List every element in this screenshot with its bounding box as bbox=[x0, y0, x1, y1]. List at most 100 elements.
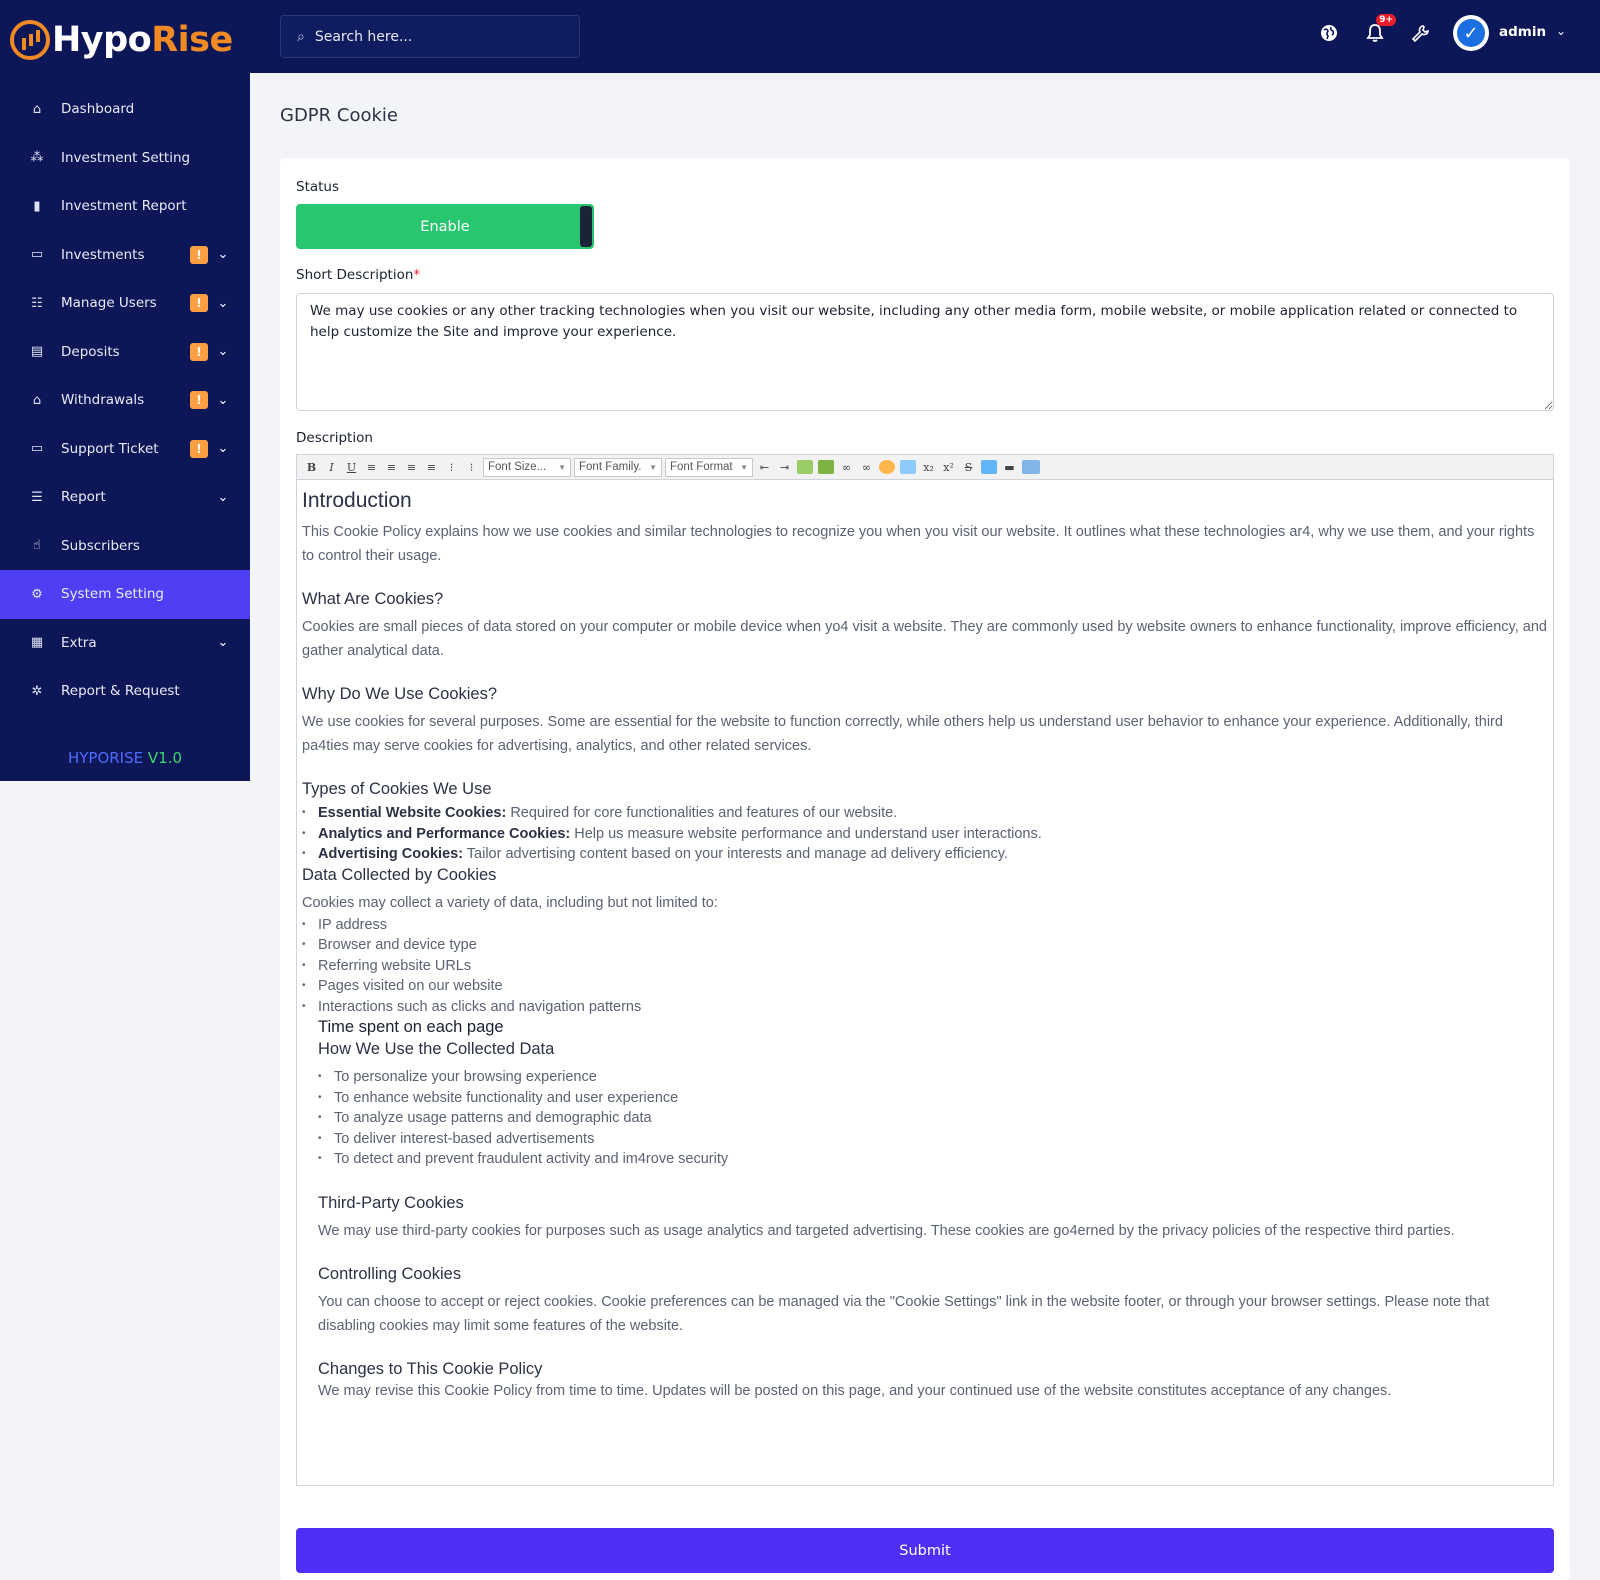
globe-icon[interactable] bbox=[1316, 20, 1342, 46]
short-description-textarea[interactable]: We may use cookies or any other tracking… bbox=[296, 293, 1554, 411]
description-label: Description bbox=[296, 430, 373, 446]
notification-badge: 9+ bbox=[1376, 14, 1396, 26]
logo-text: HypoRise bbox=[52, 20, 233, 60]
bell-icon[interactable]: 9+ bbox=[1362, 14, 1396, 46]
what-text: Cookies are small pieces of data stored … bbox=[302, 619, 1547, 659]
indent-icon[interactable]: ⇥ bbox=[775, 458, 794, 477]
font-family-select[interactable]: Font Family. ▼ bbox=[574, 457, 662, 477]
strikethrough-icon[interactable]: S bbox=[959, 458, 978, 477]
search-icon: ⌕ bbox=[297, 28, 305, 45]
chevron-down-icon[interactable]: ⌄ bbox=[216, 344, 230, 359]
sidebar-item-investments[interactable]: ▭ Investments! ⌄ bbox=[0, 231, 250, 280]
use-heading: How We Use the Collected Data bbox=[318, 1040, 555, 1058]
changes-heading: Changes to This Cookie Policy bbox=[318, 1359, 543, 1378]
sidebar-item-label: Extra bbox=[61, 634, 97, 651]
chevron-down-icon[interactable]: ⌄ bbox=[216, 441, 230, 456]
sidebar-item-report-request[interactable]: ✲ Report & Request bbox=[0, 667, 250, 716]
sidebar-item-extra[interactable]: ▦ Extra ⌄ bbox=[0, 619, 250, 668]
alert-badge: ! bbox=[190, 439, 208, 458]
italic-icon[interactable]: I bbox=[322, 458, 341, 477]
rich-text-editor[interactable]: B I U ≡ ≡ ≡ ≡ ⁝ ⁝ Font Size... ▼ Font Fam… bbox=[296, 454, 1554, 1486]
underline-icon[interactable]: U bbox=[342, 458, 361, 477]
wallet-icon: ▭ bbox=[30, 247, 44, 263]
gear-icon: ⚙ bbox=[31, 586, 43, 602]
logo-text-rise: Rise bbox=[151, 20, 233, 60]
page-title: GDPR Cookie bbox=[280, 105, 398, 126]
chevron-down-icon[interactable]: ⌄ bbox=[216, 296, 230, 311]
outdent-icon[interactable]: ⇤ bbox=[755, 458, 774, 477]
third-heading: Third-Party Cookies bbox=[318, 1193, 464, 1212]
chevron-down-icon[interactable]: ⌄ bbox=[216, 490, 230, 505]
sidebar-item-deposits[interactable]: ▤ Deposits! ⌄ bbox=[0, 328, 250, 377]
dropdown-arrow-icon: ▼ bbox=[740, 462, 748, 472]
use-items-list: To personalize your browsing experienceT… bbox=[302, 1067, 1548, 1170]
color-icon[interactable] bbox=[879, 460, 895, 474]
unlink-icon[interactable]: ∞ bbox=[857, 458, 876, 477]
link-icon[interactable]: ∞ bbox=[837, 458, 856, 477]
status-toggle[interactable]: Enable bbox=[296, 204, 594, 249]
sidebar-item-label: Dashboard bbox=[61, 101, 135, 118]
sidebar-item-subscribers[interactable]: ☝ Subscribers bbox=[0, 522, 250, 571]
chevron-down-icon[interactable]: ⌄ bbox=[1556, 24, 1566, 38]
subscript-icon[interactable]: x₂ bbox=[919, 458, 938, 477]
dropdown-arrow-icon: ▼ bbox=[649, 462, 657, 472]
list-item-bold: Essential Website Cookies: bbox=[318, 805, 507, 821]
sidebar-item-label: System Setting bbox=[61, 586, 164, 603]
editor-toolbar: B I U ≡ ≡ ≡ ≡ ⁝ ⁝ Font Size... ▼ Font Fam… bbox=[297, 455, 1553, 480]
time-spent-text: Time spent on each page bbox=[318, 1018, 504, 1036]
sidebar-item-investment-setting[interactable]: ⁂ Investment Setting bbox=[0, 134, 250, 183]
horizontal-rule-icon[interactable]: ▬ bbox=[1000, 458, 1019, 477]
chevron-down-icon[interactable]: ⌄ bbox=[216, 635, 230, 650]
wrench-icon[interactable] bbox=[1407, 20, 1433, 46]
status-label: Status bbox=[296, 179, 340, 195]
sidebar-item-support-ticket[interactable]: ▭ Support Ticket! ⌄ bbox=[0, 425, 250, 474]
sidebar-item-withdrawals[interactable]: ⌂ Withdrawals! ⌄ bbox=[0, 376, 250, 425]
toggle-knob bbox=[580, 206, 592, 247]
sidebar-item-label: Report & Request bbox=[61, 683, 180, 700]
edit-icon[interactable] bbox=[900, 460, 916, 474]
control-heading: Controlling Cookies bbox=[318, 1264, 462, 1283]
sidebar-item-label: Withdrawals bbox=[61, 392, 145, 409]
user-name[interactable]: admin bbox=[1499, 24, 1546, 40]
source-code-icon[interactable] bbox=[1022, 460, 1040, 474]
sidebar-item-manage-users[interactable]: ☷ Manage Users! ⌄ bbox=[0, 279, 250, 328]
sidebar-item-system-setting[interactable]: ⚙ System Setting bbox=[0, 570, 250, 619]
remove-format-icon[interactable] bbox=[981, 460, 997, 474]
search-box[interactable]: ⌕ bbox=[280, 15, 580, 58]
sidebar-item-dashboard[interactable]: ⌂ Dashboard bbox=[0, 85, 250, 134]
ordered-list-icon[interactable]: ⁝ bbox=[442, 458, 461, 477]
insert-media-icon[interactable] bbox=[818, 460, 834, 474]
sidebar-item-label: Report bbox=[61, 489, 106, 506]
bar-chart-icon: ▮ bbox=[33, 198, 41, 214]
align-center-icon[interactable]: ≡ bbox=[382, 458, 401, 477]
bold-icon[interactable]: B bbox=[302, 458, 321, 477]
list-item: To personalize your browsing experience bbox=[318, 1067, 1548, 1088]
align-left-icon[interactable]: ≡ bbox=[362, 458, 381, 477]
sidebar-item-label: Investment Setting bbox=[61, 149, 191, 166]
sidebar: HypoRise ⌂ Dashboard ⁂ Investment Setting ▮ I… bbox=[0, 0, 250, 781]
data-heading: Data Collected by Cookies bbox=[302, 865, 497, 884]
chevron-down-icon[interactable]: ⌄ bbox=[216, 247, 230, 262]
logo[interactable]: HypoRise bbox=[0, 0, 250, 80]
align-justify-icon[interactable]: ≡ bbox=[422, 458, 441, 477]
unordered-list-icon[interactable]: ⁝ bbox=[462, 458, 481, 477]
sidebar-item-report[interactable]: ☰ Report ⌄ bbox=[0, 473, 250, 522]
users-icon: ☷ bbox=[31, 295, 43, 311]
editor-content[interactable]: Introduction This Cookie Policy explains… bbox=[297, 480, 1553, 1403]
types-heading: Types of Cookies We Use bbox=[302, 780, 492, 798]
align-right-icon[interactable]: ≡ bbox=[402, 458, 421, 477]
font-format-select[interactable]: Font Format ▼ bbox=[665, 457, 753, 477]
list-item: Advertising Cookies: Tailor advertising … bbox=[302, 844, 1548, 865]
sidebar-nav: ⌂ Dashboard ⁂ Investment Setting ▮ Investment… bbox=[0, 85, 250, 716]
insert-image-icon[interactable] bbox=[797, 460, 813, 474]
chevron-down-icon[interactable]: ⌄ bbox=[216, 393, 230, 408]
superscript-icon[interactable]: x² bbox=[939, 458, 958, 477]
avatar[interactable]: ✓ bbox=[1453, 15, 1489, 51]
submit-button[interactable]: Submit bbox=[296, 1528, 1554, 1573]
gdpr-form-card: Status Enable Short Description* We may … bbox=[280, 158, 1570, 1580]
search-input[interactable] bbox=[314, 28, 555, 45]
list-item-bold: Advertising Cookies: bbox=[318, 846, 464, 862]
what-heading: What Are Cookies? bbox=[302, 590, 444, 608]
font-size-select[interactable]: Font Size... ▼ bbox=[483, 457, 571, 477]
sidebar-item-investment-report[interactable]: ▮ Investment Report bbox=[0, 182, 250, 231]
